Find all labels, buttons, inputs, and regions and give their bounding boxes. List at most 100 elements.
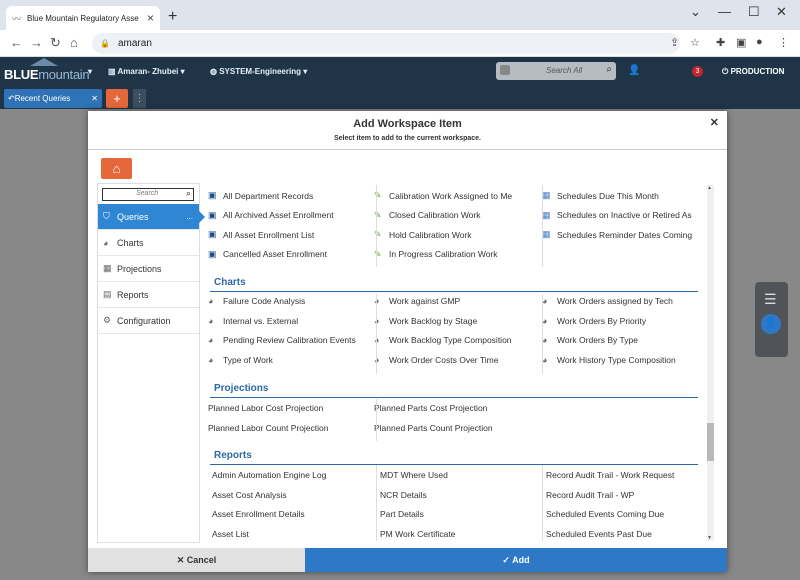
notification-badge[interactable]: 3 xyxy=(692,66,703,77)
list-item[interactable]: PM Work Certificate xyxy=(380,529,455,539)
home-icon[interactable]: ⌂ xyxy=(70,35,78,50)
scroll-up-icon[interactable]: ▲ xyxy=(707,185,712,191)
close-icon[interactable]: ✕ xyxy=(91,94,98,103)
scrollbar[interactable]: ▲ ▼ xyxy=(707,185,714,541)
pie-icon: ◕ xyxy=(208,315,214,326)
more-icon: ... xyxy=(186,212,193,221)
scroll-down-icon[interactable]: ▼ xyxy=(707,535,712,541)
list-item[interactable]: ◕ Pending Review Calibration Events xyxy=(208,335,356,345)
url-field[interactable]: 🔒 amaran xyxy=(92,33,680,54)
list-item[interactable]: ✎ In Progress Calibration Work xyxy=(374,249,498,260)
person-icon[interactable]: 👤 xyxy=(761,314,781,334)
search-icon: ⌕ xyxy=(185,188,191,198)
new-tab-button[interactable]: + xyxy=(168,8,177,26)
list-item[interactable]: Record Audit Trail - Work Request xyxy=(546,470,674,480)
list-item[interactable]: ◕Work Order Costs Over Time xyxy=(374,355,498,365)
system-menu[interactable]: ◍ SYSTEM-Engineering ▾ xyxy=(210,67,307,76)
list-item[interactable]: Scheduled Events Coming Due xyxy=(546,509,664,519)
list-item[interactable]: Planned Parts Cost Projection xyxy=(374,403,487,413)
reload-icon[interactable]: ↻ xyxy=(50,35,61,51)
list-item[interactable]: ◕Work Backlog by Stage xyxy=(374,316,477,326)
sidepanel-icon[interactable]: ▣ xyxy=(736,36,746,49)
list-item[interactable]: Asset Cost Analysis xyxy=(212,490,287,500)
list-item[interactable]: ◕ Work Orders assigned by Tech xyxy=(542,296,673,306)
list-item[interactable]: ◕Work Backlog Type Composition xyxy=(374,335,512,345)
list-item[interactable]: NCR Details xyxy=(380,490,427,500)
list-item[interactable]: ▦ Schedules on Inactive or Retired As xyxy=(542,210,692,221)
list-item-label: Work Orders assigned by Tech xyxy=(557,296,673,306)
section-heading: Projections xyxy=(214,383,269,394)
more-options-icon[interactable]: ⋮ xyxy=(133,89,146,108)
dialog-close-icon[interactable]: ✕ xyxy=(710,116,719,129)
window-close-button[interactable]: ✕ xyxy=(776,4,787,20)
dialog-subtitle: Select item to add to the current worksp… xyxy=(333,135,482,142)
list-item[interactable]: ◕ Type of Work xyxy=(208,355,273,365)
browser-tab[interactable]: 〰 Blue Mountain Regulatory Asse × xyxy=(6,6,160,30)
maximize-button[interactable]: ☐ xyxy=(748,4,760,20)
list-item[interactable]: Scheduled Events Past Due xyxy=(546,529,652,539)
logo-menu-chevron-icon[interactable]: ▾ xyxy=(88,67,92,76)
forward-icon[interactable]: → xyxy=(30,35,43,50)
list-item[interactable]: Planned Labor Count Projection xyxy=(208,423,329,433)
user-menu[interactable]: ▥ Amaran- Zhubei ▾ xyxy=(108,67,185,76)
star-icon[interactable]: ☆ xyxy=(690,36,700,49)
list-item[interactable]: ▦ Schedules Reminder Dates Coming xyxy=(542,229,692,240)
list-item[interactable]: ◕ Internal vs. External xyxy=(208,316,298,326)
list-item[interactable]: ◕ Work Orders By Priority xyxy=(542,316,646,326)
environment-label[interactable]: ⏻ PRODUCTION xyxy=(722,67,784,77)
add-workspace-button[interactable]: + xyxy=(106,89,128,108)
sidebar-item-configuration[interactable]: ⚙ Configuration xyxy=(98,308,199,334)
search-icon[interactable]: ⌕ xyxy=(606,64,612,75)
list-item[interactable]: ▣ All Asset Enrollment List xyxy=(208,229,314,240)
share-icon[interactable]: ⇪ xyxy=(670,36,679,49)
sidebar-item-reports[interactable]: ▤ Reports xyxy=(98,282,199,308)
close-tab-icon[interactable]: × xyxy=(147,11,154,25)
list-item[interactable]: Admin Automation Engine Log xyxy=(212,470,326,480)
query-icon: ▣ xyxy=(208,209,217,220)
column-divider xyxy=(376,465,377,541)
list-item[interactable]: Asset Enrollment Details xyxy=(212,509,305,519)
list-item[interactable]: ▣ All Department Records xyxy=(208,190,313,201)
list-item[interactable]: ◕ Work History Type Composition xyxy=(542,355,676,365)
sidebar-item-queries[interactable]: ⛉ Queries... xyxy=(98,204,205,230)
list-item-label: Part Details xyxy=(380,509,424,519)
minimize-button[interactable]: — xyxy=(718,4,731,19)
user-icon[interactable]: 👤 xyxy=(628,65,640,76)
list-item-label: Planned Labor Count Projection xyxy=(208,422,329,433)
sidebar-item-charts[interactable]: ◕ Charts xyxy=(98,230,199,256)
list-item[interactable]: ◕ Work Orders By Type xyxy=(542,335,638,345)
list-item-label: MDT Where Used xyxy=(380,470,448,480)
profile-icon[interactable]: ● xyxy=(756,36,763,48)
tab-recent-queries[interactable]: ↶ Recent Queries ✕ xyxy=(4,89,102,108)
list-item[interactable]: ▦ Schedules Due This Month xyxy=(542,190,659,201)
chevron-down-icon[interactable]: ⌄ xyxy=(690,4,701,20)
menu-icon[interactable]: ⋮ xyxy=(778,36,789,49)
global-search[interactable]: Search All ⌕ xyxy=(496,62,616,80)
list-item[interactable]: Part Details xyxy=(380,509,424,519)
home-button[interactable]: ⌂ xyxy=(101,158,132,179)
list-item[interactable]: ◕ Failure Code Analysis xyxy=(208,296,305,306)
add-button[interactable]: ✓ Add xyxy=(305,548,727,572)
list-item[interactable]: Planned Parts Count Projection xyxy=(374,423,493,433)
list-item[interactable]: ✎ Closed Calibration Work xyxy=(374,210,481,221)
stack-icon[interactable]: ☰ xyxy=(764,291,777,308)
extensions-icon[interactable]: ✚ xyxy=(716,36,725,49)
scrollbar-thumb[interactable] xyxy=(707,423,714,461)
lock-icon: 🔒 xyxy=(100,39,110,48)
cancel-button[interactable]: ✕ Cancel xyxy=(88,548,305,572)
list-item[interactable]: ✎ Hold Calibration Work xyxy=(374,229,472,240)
list-item[interactable]: ◕Work against GMP xyxy=(374,296,460,306)
list-item-label: Scheduled Events Coming Due xyxy=(546,509,665,519)
list-item[interactable]: ✎ Calibration Work Assigned to Me xyxy=(374,190,512,201)
back-icon[interactable]: ← xyxy=(10,35,23,50)
list-item[interactable]: ▣ All Archived Asset Enrollment xyxy=(208,210,334,221)
list-item[interactable]: Planned Labor Cost Projection xyxy=(208,403,323,413)
list-item[interactable]: Asset List xyxy=(212,529,249,539)
sidebar-item-projections[interactable]: ▦ Projections xyxy=(98,256,199,282)
query-icon: ▣ xyxy=(208,190,217,200)
search-input[interactable]: Search ⌕ xyxy=(102,188,194,201)
list-item[interactable]: ▣ Cancelled Asset Enrollment xyxy=(208,249,327,260)
list-item[interactable]: MDT Where Used xyxy=(380,470,448,480)
list-item-label: Closed Calibration Work xyxy=(389,210,481,220)
list-item[interactable]: Record Audit Trail - WP xyxy=(546,490,634,500)
